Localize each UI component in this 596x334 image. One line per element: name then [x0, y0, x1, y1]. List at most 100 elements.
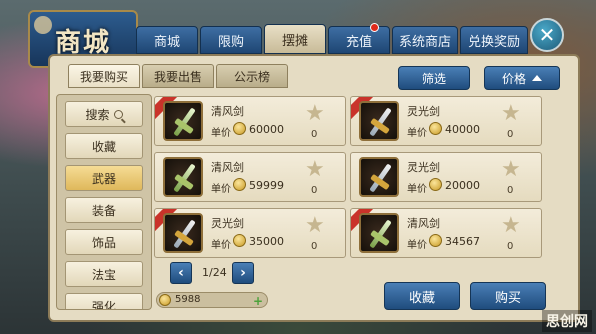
coin-icon: [233, 178, 246, 191]
tab-mall[interactable]: 商城: [136, 26, 198, 54]
unit-price-label: 单价: [407, 128, 427, 139]
subtab-public[interactable]: 公示榜: [216, 64, 288, 88]
item-card[interactable]: 灵光剑 单价 40000 ★ 0: [350, 96, 542, 146]
menu-item-label: 武器: [91, 171, 116, 186]
sword-icon: [359, 157, 399, 197]
item-price: 35000: [249, 235, 284, 248]
menu-item-equipment[interactable]: 装备: [65, 197, 143, 223]
subtab-label: 公示榜: [233, 69, 270, 84]
tab-label: 系统商店: [398, 34, 451, 50]
unit-price-label: 单价: [407, 184, 427, 195]
favorite-star-icon[interactable]: ★: [305, 103, 325, 125]
favorite-button[interactable]: 收藏: [384, 282, 460, 310]
item-grid: 清风剑 单价 60000 ★ 0 灵光剑 单价 40000 ★ 0 清风剑 单价…: [154, 96, 550, 266]
favorite-star-icon[interactable]: ★: [305, 159, 325, 181]
favorite-count: 0: [507, 241, 514, 252]
favorite-count: 0: [311, 241, 318, 252]
item-card[interactable]: 清风剑 单价 59999 ★ 0: [154, 152, 346, 202]
item-card[interactable]: 清风剑 单价 60000 ★ 0: [154, 96, 346, 146]
page-indicator: 1/24: [202, 266, 227, 279]
unit-price-label: 单价: [211, 128, 231, 139]
favorite-count: 0: [311, 185, 318, 196]
favorite-button-label: 收藏: [408, 290, 435, 306]
tab-recharge[interactable]: 充值: [328, 23, 390, 54]
item-name: 清风剑: [407, 217, 440, 230]
subtab-buy[interactable]: 我要购买: [68, 64, 140, 88]
currency-value: 5988: [175, 294, 201, 305]
search-icon: [113, 109, 123, 119]
menu-item-label: 装备: [91, 203, 116, 218]
unit-price-label: 单价: [211, 184, 231, 195]
tab-label: 兑换奖励: [467, 34, 520, 50]
sort-ascending-icon: [532, 75, 542, 81]
sword-icon: [359, 101, 399, 141]
menu-item-label: 强化: [91, 299, 116, 310]
tab-stall[interactable]: 摆摊: [264, 24, 326, 54]
coin-icon: [429, 122, 442, 135]
item-name: 灵光剑: [211, 217, 244, 230]
category-menu: 搜索 收藏 武器 装备 饰品 法宝 强化: [56, 94, 152, 310]
filter-button[interactable]: 筛选: [398, 66, 470, 90]
favorite-star-icon[interactable]: ★: [501, 103, 521, 125]
item-price: 20000: [445, 179, 480, 192]
next-page-button[interactable]: ›: [232, 262, 254, 284]
watermark: 思创网: [542, 310, 592, 332]
favorite-star-icon[interactable]: ★: [501, 159, 521, 181]
favorite-star-icon[interactable]: ★: [501, 215, 521, 237]
tab-exchange[interactable]: 兑换奖励: [460, 26, 528, 54]
item-price: 60000: [249, 123, 284, 136]
menu-item-label: 法宝: [91, 267, 116, 282]
favorite-count: 0: [507, 185, 514, 196]
price-sort-label: 价格: [501, 71, 526, 86]
tab-label: 限购: [217, 34, 244, 50]
menu-item-treasures[interactable]: 法宝: [65, 261, 143, 287]
coin-icon: [159, 294, 171, 306]
sword-icon: [163, 157, 203, 197]
unit-price-label: 单价: [407, 240, 427, 251]
item-price: 59999: [249, 179, 284, 192]
coin-icon: [233, 122, 246, 135]
favorite-count: 0: [311, 129, 318, 140]
menu-item-search[interactable]: 搜索: [65, 101, 143, 127]
coin-icon: [233, 234, 246, 247]
subtab-sell[interactable]: 我要出售: [142, 64, 214, 88]
item-card[interactable]: 灵光剑 单价 20000 ★ 0: [350, 152, 542, 202]
price-sort-button[interactable]: 价格: [484, 66, 560, 90]
filter-label: 筛选: [421, 71, 446, 86]
subtab-label: 我要出售: [153, 69, 202, 84]
item-card[interactable]: 灵光剑 单价 35000 ★ 0: [154, 208, 346, 258]
unit-price-label: 单价: [211, 240, 231, 251]
menu-item-label: 饰品: [91, 235, 116, 250]
favorite-star-icon[interactable]: ★: [305, 215, 325, 237]
sword-icon: [163, 213, 203, 253]
tab-label: 摆摊: [281, 33, 308, 49]
item-name: 灵光剑: [407, 161, 440, 174]
main-tab-bar: 商城 限购 摆摊 充值 系统商店 兑换奖励: [136, 23, 528, 54]
tab-limited[interactable]: 限购: [200, 26, 262, 54]
menu-item-accessories[interactable]: 饰品: [65, 229, 143, 255]
chevron-left-icon: ‹: [178, 265, 184, 281]
tab-label: 充值: [345, 34, 372, 50]
favorite-count: 0: [507, 129, 514, 140]
subtab-label: 我要购买: [79, 69, 128, 84]
currency-display: 5988 +: [156, 292, 268, 308]
stall-panel: 我要购买 我要出售 公示榜 筛选 价格 搜索 收藏 武器 装备 饰品 法宝 强化…: [48, 54, 580, 322]
menu-item-favorites[interactable]: 收藏: [65, 133, 143, 159]
tab-system-shop[interactable]: 系统商店: [392, 26, 458, 54]
item-name: 灵光剑: [407, 105, 440, 118]
sword-icon: [359, 213, 399, 253]
tab-label: 商城: [153, 34, 180, 50]
item-card[interactable]: 清风剑 单价 34567 ★ 0: [350, 208, 542, 258]
menu-item-enhance[interactable]: 强化: [65, 293, 143, 310]
close-icon: ✕: [538, 23, 556, 47]
close-button[interactable]: ✕: [530, 18, 564, 52]
add-currency-icon[interactable]: +: [253, 295, 263, 307]
sword-icon: [163, 101, 203, 141]
buy-button[interactable]: 购买: [470, 282, 546, 310]
menu-item-label: 收藏: [91, 139, 116, 154]
item-name: 清风剑: [211, 161, 244, 174]
prev-page-button[interactable]: ‹: [170, 262, 192, 284]
menu-item-label: 搜索: [85, 107, 110, 122]
menu-item-weapons[interactable]: 武器: [65, 165, 143, 191]
item-price: 40000: [445, 123, 480, 136]
